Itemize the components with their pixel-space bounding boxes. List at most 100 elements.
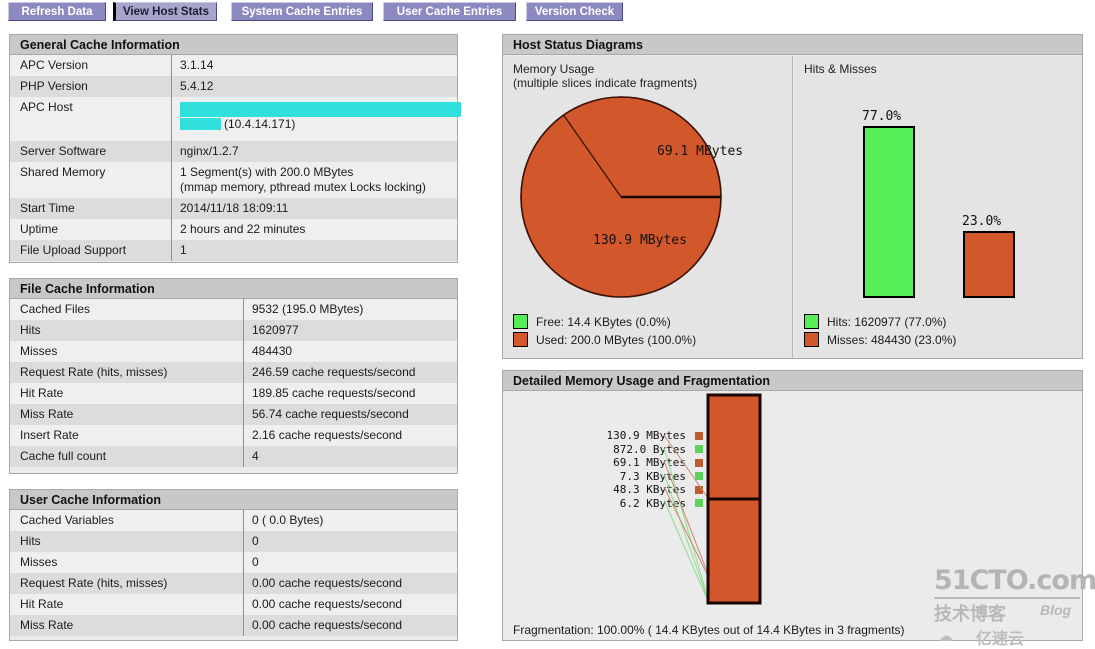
pie-label-69: 69.1 MBytes: [657, 144, 743, 159]
host-status-panel: Host Status Diagrams Memory Usage (multi…: [502, 34, 1083, 359]
row-key: Shared Memory: [10, 162, 172, 198]
table-row: Cached Files 9532 (195.0 MBytes): [10, 299, 457, 320]
row-value: nginx/1.2.7: [171, 141, 457, 162]
row-value: 2.16 cache requests/second: [243, 425, 457, 446]
row-key: PHP Version: [10, 76, 172, 97]
row-value: 4: [243, 446, 457, 467]
leader-line-1: [663, 434, 709, 499]
row-key: Cache full count: [10, 446, 244, 467]
row-value: 189.85 cache requests/second: [243, 383, 457, 404]
row-value: 246.59 cache requests/second: [243, 362, 457, 383]
legend-label-free: Free: 14.4 KBytes (0.0%): [536, 314, 671, 329]
row-value: 0: [243, 552, 457, 573]
row-key: Uptime: [10, 219, 172, 240]
nav-button-view-host-stats[interactable]: View Host Stats: [113, 2, 217, 21]
row-value: 1 Segment(s) with 200.0 MBytes (mmap mem…: [171, 162, 457, 198]
table-row: Hits 1620977: [10, 320, 457, 341]
fragmentation-note: Fragmentation: 100.00% ( 14.4 KBytes out…: [513, 623, 905, 637]
bar-misses: [963, 231, 1015, 298]
host-status-title: Host Status Diagrams: [503, 35, 1082, 55]
row-key: Server Software: [10, 141, 172, 162]
row-value-apc-host: (10.4.14.171): [171, 97, 461, 141]
table-row: Hit Rate 189.85 cache requests/second: [10, 383, 457, 404]
user-cache-table: Cached Variables 0 ( 0.0 Bytes) Hits 0 M…: [10, 510, 457, 636]
row-value: 9532 (195.0 MBytes): [243, 299, 457, 320]
memory-block-segment-top: [706, 393, 762, 501]
table-row: Server Software nginx/1.2.7: [10, 141, 457, 162]
table-row: Cache full count 4: [10, 446, 457, 467]
row-value: 0: [243, 531, 457, 552]
row-value: 3.1.14: [171, 55, 457, 76]
nav-button-refresh-data[interactable]: Refresh Data: [8, 2, 106, 21]
legend-label-hits: Hits: 1620977 (77.0%): [827, 314, 947, 329]
hits-misses-bar-chart: 77.0% 23.0%: [862, 109, 1015, 298]
legend-label-misses: Misses: 484430 (23.0%): [827, 332, 957, 347]
table-row: Misses 0: [10, 552, 457, 573]
hits-misses-legend: Hits: 1620977 (77.0%) Misses: 484430 (23…: [804, 314, 956, 350]
row-key: Miss Rate: [10, 615, 244, 636]
fragmentation-diagram: [663, 393, 762, 605]
table-row: Uptime 2 hours and 22 minutes: [10, 219, 457, 240]
bar-label-hits: 77.0%: [862, 109, 901, 124]
table-row: Miss Rate 0.00 cache requests/second: [10, 615, 457, 636]
pie-label-130: 130.9 MBytes: [593, 233, 687, 248]
redaction-bar-1: [180, 102, 461, 117]
row-key: Hit Rate: [10, 383, 244, 404]
nav-button-system-cache-entries[interactable]: System Cache Entries: [231, 2, 373, 21]
row-key: Miss Rate: [10, 404, 244, 425]
row-key: Cached Files: [10, 299, 244, 320]
toolbar: Refresh Data View Host Stats System Cach…: [0, 0, 1095, 24]
general-cache-title: General Cache Information: [10, 35, 457, 55]
leader-line-4: [663, 473, 709, 601]
memory-usage-pie-chart: 69.1 MBytes 130.9 MBytes: [520, 96, 743, 298]
row-key: Start Time: [10, 198, 172, 219]
row-key: Hits: [10, 320, 244, 341]
row-key: Hit Rate: [10, 594, 244, 615]
memory-usage-label: Memory Usage (multiple slices indicate f…: [513, 62, 698, 90]
table-row: Start Time 2014/11/18 18:09:11: [10, 198, 457, 219]
row-key: Request Rate (hits, misses): [10, 362, 244, 383]
table-row: Miss Rate 56.74 cache requests/second: [10, 404, 457, 425]
row-key: APC Version: [10, 55, 172, 76]
table-row: Shared Memory 1 Segment(s) with 200.0 MB…: [10, 162, 457, 198]
table-row: Hits 0: [10, 531, 457, 552]
user-cache-panel: User Cache Information Cached Variables …: [9, 489, 458, 641]
row-value: 2 hours and 22 minutes: [171, 219, 457, 240]
fragmentation-title: Detailed Memory Usage and Fragmentation: [503, 371, 1082, 391]
table-row: Hit Rate 0.00 cache requests/second: [10, 594, 457, 615]
row-key: Cached Variables: [10, 510, 244, 531]
row-key: Hits: [10, 531, 244, 552]
table-row: File Upload Support 1: [10, 240, 457, 261]
memory-usage-legend: Free: 14.4 KBytes (0.0%) Used: 200.0 MBy…: [513, 314, 696, 350]
memory-usage-diagram: Memory Usage (multiple slices indicate f…: [503, 56, 793, 358]
row-value: 1: [171, 240, 457, 261]
table-row: Request Rate (hits, misses) 0.00 cache r…: [10, 573, 457, 594]
table-row: Insert Rate 2.16 cache requests/second: [10, 425, 457, 446]
legend-item-misses: Misses: 484430 (23.0%): [804, 332, 956, 347]
hits-misses-diagram: Hits & Misses 77.0% 23.0% Hits: 1620977 …: [794, 56, 1082, 358]
leader-line-3: [663, 460, 709, 575]
apc-host-ip: (10.4.14.171): [224, 117, 296, 131]
legend-swatch-used: [513, 332, 528, 347]
row-value: 56.74 cache requests/second: [243, 404, 457, 425]
nav-button-user-cache-entries[interactable]: User Cache Entries: [383, 2, 516, 21]
file-cache-panel: File Cache Information Cached Files 9532…: [9, 278, 458, 474]
nav-button-version-check[interactable]: Version Check: [526, 2, 623, 21]
legend-label-used: Used: 200.0 MBytes (100.0%): [536, 332, 697, 347]
user-cache-title: User Cache Information: [10, 490, 457, 510]
row-key: APC Host: [10, 97, 172, 141]
bar-label-misses: 23.0%: [962, 214, 1001, 229]
hits-misses-label: Hits & Misses: [804, 62, 877, 76]
file-cache-table: Cached Files 9532 (195.0 MBytes) Hits 16…: [10, 299, 457, 467]
leader-line-5: [663, 486, 709, 577]
row-value: 0.00 cache requests/second: [243, 573, 457, 594]
redaction-bar-2: [180, 118, 221, 130]
general-cache-table: APC Version 3.1.14 PHP Version 5.4.12 AP…: [10, 55, 461, 261]
fragmentation-panel: Detailed Memory Usage and Fragmentation …: [502, 370, 1083, 641]
legend-swatch-free: [513, 314, 528, 329]
table-row: Request Rate (hits, misses) 246.59 cache…: [10, 362, 457, 383]
legend-swatch-hits: [804, 314, 819, 329]
legend-swatch-misses: [804, 332, 819, 347]
row-key: Misses: [10, 341, 244, 362]
table-row: PHP Version 5.4.12: [10, 76, 457, 97]
